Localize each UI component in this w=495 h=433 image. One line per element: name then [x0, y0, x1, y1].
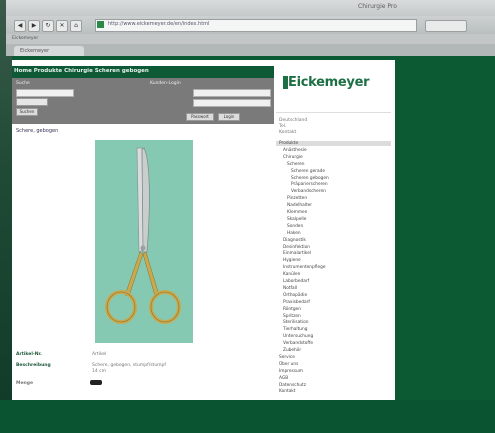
- scissors-icon: [105, 147, 181, 324]
- description-line-2: 14 cm: [92, 369, 107, 374]
- nav-item[interactable]: Laborbedarf: [283, 279, 309, 284]
- product-image: [95, 140, 193, 343]
- stop-button[interactable]: ✕: [56, 20, 68, 32]
- side-info-3[interactable]: Kontakt: [279, 130, 296, 135]
- background-bottom: [0, 400, 495, 433]
- nav-item[interactable]: Sterilisation: [283, 320, 309, 325]
- nav-item[interactable]: Kanülen: [283, 272, 300, 277]
- search-button[interactable]: Suchen: [16, 108, 38, 116]
- nav-item[interactable]: Scheren gebogen: [291, 176, 329, 181]
- nav-item[interactable]: AGB: [279, 376, 288, 381]
- nav-item[interactable]: Skalpelle: [287, 217, 306, 222]
- nav-item[interactable]: Instrumentenpflege: [283, 265, 325, 270]
- nav-item[interactable]: Über uns: [279, 362, 298, 367]
- article-label: Artikel-Nr.: [16, 352, 42, 357]
- nav-item[interactable]: Scheren: [287, 162, 305, 167]
- nav-item[interactable]: Diagnostik: [283, 238, 306, 243]
- nav-item[interactable]: Desinfektion: [283, 245, 310, 250]
- background-left: [0, 0, 12, 433]
- nav-item[interactable]: Röntgen: [283, 307, 301, 312]
- search-label: Suche: [16, 81, 30, 86]
- breadcrumb[interactable]: Home Produkte Chirurgie Scheren gebogen: [14, 68, 149, 74]
- address-bar-url: http://www.eickemeyer.de/en/index.html: [108, 21, 210, 27]
- bookmarks-bar: [6, 34, 495, 44]
- nav-item[interactable]: Tierhaltung: [283, 327, 307, 332]
- category-select[interactable]: [16, 98, 48, 106]
- window-titlebar: [6, 0, 495, 16]
- nav-item[interactable]: Verbandstoffe: [283, 341, 313, 346]
- nav-item[interactable]: Anästhesie: [283, 148, 307, 153]
- logo[interactable]: Eickemeyer: [288, 75, 370, 90]
- nav-item[interactable]: Orthopädie: [283, 293, 307, 298]
- quantity-label: Menge: [16, 381, 34, 386]
- nav-item[interactable]: Scheren gerade: [291, 169, 325, 174]
- favicon-icon: [97, 21, 104, 28]
- nav-item[interactable]: Chirurgie: [283, 155, 303, 160]
- background-right: [395, 55, 495, 433]
- search-field[interactable]: [425, 20, 467, 32]
- window-title: Chirurgie Pro: [358, 3, 397, 10]
- side-info-1: Deutschland: [279, 118, 308, 123]
- add-to-cart-button[interactable]: [90, 380, 102, 385]
- nav-item[interactable]: Produkte: [279, 141, 298, 146]
- nav-item[interactable]: Impressum: [279, 369, 303, 374]
- forward-button[interactable]: ▶: [28, 20, 40, 32]
- reload-button[interactable]: ↻: [42, 20, 54, 32]
- nav-item[interactable]: Sonden: [287, 224, 303, 229]
- nav-item[interactable]: Zubehör: [283, 348, 301, 353]
- nav-item[interactable]: Notfall: [283, 286, 297, 291]
- article-value: Artikel: [92, 352, 107, 357]
- nav-item[interactable]: Klemmen: [287, 210, 307, 215]
- nav-item[interactable]: Hygiene: [283, 258, 301, 263]
- nav-item[interactable]: Datenschutz: [279, 383, 306, 388]
- nav-item[interactable]: Nadelhalter: [287, 203, 312, 208]
- back-button[interactable]: ◀: [14, 20, 26, 32]
- nav-item[interactable]: Pinzetten: [287, 196, 307, 201]
- password-button[interactable]: Passwort: [186, 113, 214, 121]
- tab-active[interactable]: Eickemeyer: [14, 46, 84, 56]
- search-input[interactable]: [16, 89, 74, 97]
- description-label: Beschreibung: [16, 363, 51, 368]
- side-info-2: Tel.: [279, 124, 287, 129]
- nav-item[interactable]: Präparierscheren: [291, 182, 328, 187]
- login-button[interactable]: Login: [218, 113, 240, 121]
- product-heading: Schere, gebogen: [16, 128, 59, 134]
- login-label: Kunden-Login: [150, 81, 181, 86]
- password-field[interactable]: [193, 99, 271, 107]
- nav-item[interactable]: Service: [279, 355, 295, 360]
- nav-item[interactable]: Praxisbedarf: [283, 300, 310, 305]
- nav-item[interactable]: Spritzen: [283, 314, 301, 319]
- home-button[interactable]: ⌂: [70, 20, 82, 32]
- nav-item[interactable]: Haken: [287, 231, 301, 236]
- nav-item[interactable]: Kontakt: [279, 389, 295, 394]
- nav-item[interactable]: Untersuchung: [283, 334, 313, 339]
- nav-item[interactable]: Einmalartikel: [283, 251, 311, 256]
- description-line-1: Schere, gebogen, stumpf/stumpf: [92, 363, 166, 368]
- bookmark-item[interactable]: Eickemeyer: [12, 36, 38, 41]
- nav-item[interactable]: Verbandscheren: [291, 189, 326, 194]
- username-field[interactable]: [193, 89, 271, 97]
